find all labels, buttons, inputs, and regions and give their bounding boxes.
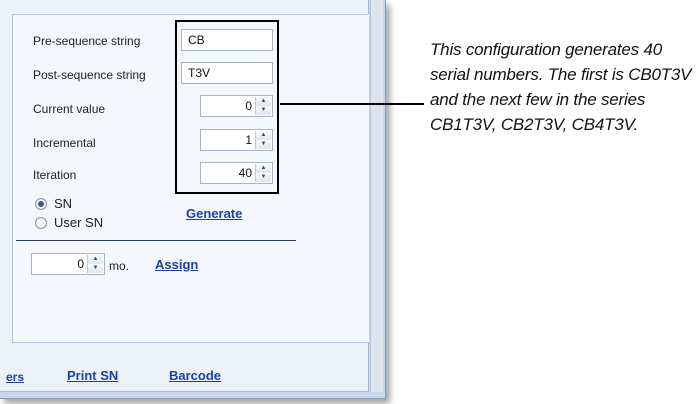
dialog-window: Pre-sequence string CB Post-sequence str… [0,0,386,399]
highlight-box [175,20,279,194]
stepper-buttons: ▲ ▼ [87,255,103,273]
months-unit-label: mo. [109,259,130,273]
callout-text: This configuration generates 40 serial n… [430,40,692,134]
sn-radio[interactable] [35,198,47,210]
main-panel: Pre-sequence string CB Post-sequence str… [0,0,369,392]
print-sn-link[interactable]: Print SN [67,368,118,383]
section-divider [16,240,296,241]
callout-connector [280,103,424,105]
assign-link[interactable]: Assign [155,257,198,272]
sn-radio-label: SN [54,196,73,211]
generate-link[interactable]: Generate [186,206,242,221]
barcode-link[interactable]: Barcode [169,368,221,383]
assign-months-stepper[interactable]: 0 ▲ ▼ [31,253,105,275]
user-sn-radio[interactable] [35,217,47,229]
pre-sequence-label: Pre-sequence string [33,34,141,48]
iteration-label: Iteration [33,168,77,182]
assign-months-value: 0 [77,257,84,271]
partial-link[interactable]: ers [6,370,24,384]
current-value-label: Current value [33,102,106,116]
incremental-label: Incremental [33,136,96,150]
post-sequence-label: Post-sequence string [33,68,146,82]
decrement-icon[interactable]: ▼ [88,264,103,273]
vertical-scrollbar[interactable] [370,0,383,392]
user-sn-radio-label: User SN [54,215,104,230]
